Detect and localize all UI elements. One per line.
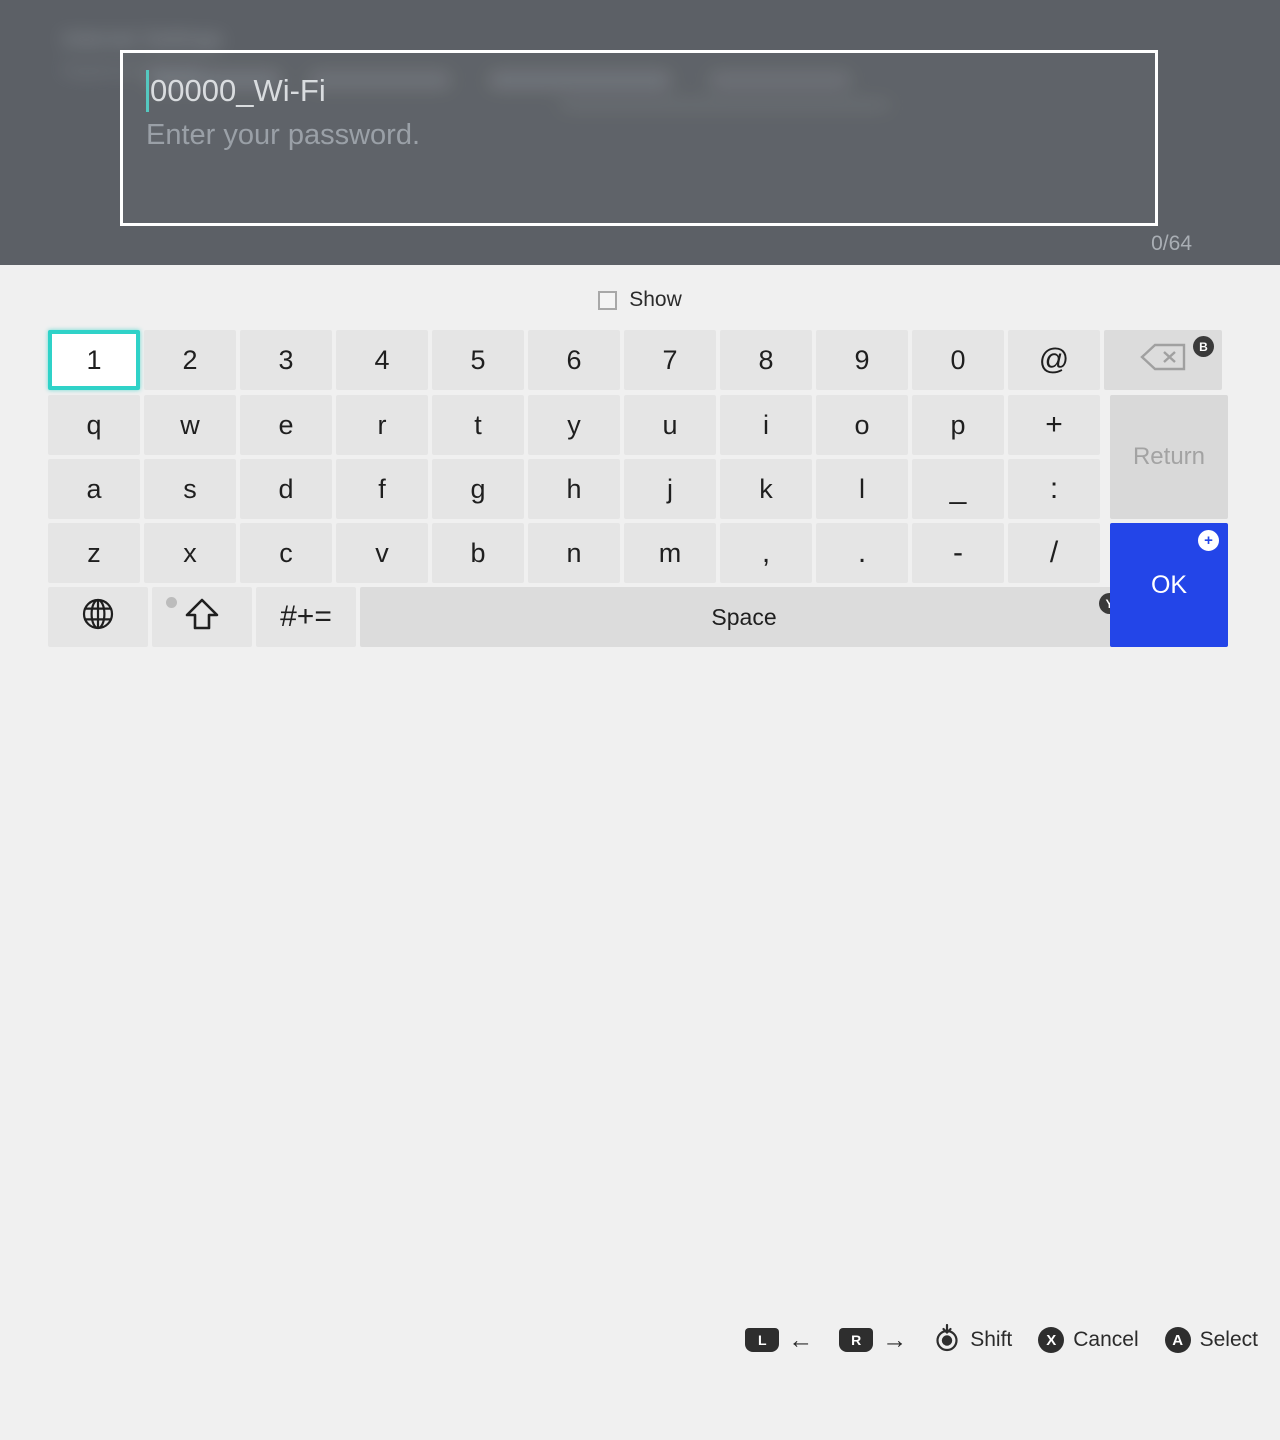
hint-right[interactable]: R → [839,1325,908,1354]
key-j[interactable]: j [624,459,716,519]
key-g[interactable]: g [432,459,524,519]
key-at[interactable]: @ [1008,330,1100,390]
keyboard-row-home: a s d f g h j k l _ : [48,459,1104,519]
switch-keyboard-screen: Internet Settings Registered Networks 00… [0,0,1280,1353]
key-u[interactable]: u [624,395,716,455]
key-x[interactable]: x [144,523,236,583]
key-a[interactable]: a [48,459,140,519]
key-c[interactable]: c [240,523,332,583]
key-4[interactable]: 4 [336,330,428,390]
key-8[interactable]: 8 [720,330,812,390]
key-colon[interactable]: : [1008,459,1100,519]
key-period[interactable]: . [816,523,908,583]
arrow-right-icon: → [882,1325,908,1354]
text-caret [146,70,149,112]
key-h[interactable]: h [528,459,620,519]
key-1[interactable]: 1 [48,330,140,390]
ok-button-badge: + [1197,529,1220,552]
keyboard-row-qwerty: q w e r t y u i o p + [48,395,1104,455]
symbols-key[interactable]: #+= [256,587,356,647]
background-title: Internet Settings [62,28,224,51]
key-hyphen[interactable]: - [912,523,1004,583]
show-password-label: Show [629,288,682,311]
key-d[interactable]: d [240,459,332,519]
key-0[interactable]: 0 [912,330,1004,390]
key-7[interactable]: 7 [624,330,716,390]
keyboard-row-bottom: z x c v b n m , . - / [48,523,1104,583]
key-e[interactable]: e [240,395,332,455]
key-plus[interactable]: + [1008,395,1100,455]
key-6[interactable]: 6 [528,330,620,390]
switch-console-icon [56,1323,126,1357]
key-f[interactable]: f [336,459,428,519]
key-9[interactable]: 9 [816,330,908,390]
hint-list: L ← R → Shift X Cancel A Select [745,1321,1258,1359]
key-comma[interactable]: , [720,523,812,583]
r-button-icon: R [839,1328,874,1352]
show-password-checkbox[interactable] [598,290,618,310]
keyboard-row-numbers: 1 2 3 4 5 6 7 8 9 0 @ B [48,330,1222,390]
key-t[interactable]: t [432,395,524,455]
globe-icon [80,596,116,639]
character-counter: 0/64 [1151,232,1192,255]
language-key[interactable] [48,587,148,647]
key-b[interactable]: b [432,523,524,583]
keyboard-row-function: #+= Space Y [48,587,1132,647]
space-key-label: Space [711,603,777,630]
key-m[interactable]: m [624,523,716,583]
x-button-icon: X [1038,1327,1065,1353]
key-p[interactable]: p [912,395,1004,455]
key-z[interactable]: z [48,523,140,583]
backspace-button-badge: B [1193,336,1214,357]
key-s[interactable]: s [144,459,236,519]
hint-shift[interactable]: Shift [933,1323,1013,1357]
key-i[interactable]: i [720,395,812,455]
password-placeholder: Enter your password. [146,119,421,151]
ok-button-label: OK [1150,570,1188,599]
hint-cancel[interactable]: X Cancel [1038,1327,1139,1353]
shift-state-indicator [166,597,177,608]
backspace-icon [1139,343,1187,378]
key-k[interactable]: k [720,459,812,519]
network-name-text: 00000_Wi-Fi [150,73,326,108]
key-2[interactable]: 2 [144,330,236,390]
key-slash[interactable]: / [1008,523,1100,583]
hint-left[interactable]: L ← [745,1325,814,1354]
key-q[interactable]: q [48,395,140,455]
shift-key[interactable] [152,587,252,647]
stick-press-icon [933,1323,961,1357]
key-r[interactable]: r [336,395,428,455]
key-v[interactable]: v [336,523,428,583]
key-underscore[interactable]: _ [912,459,1004,519]
backspace-key[interactable]: B [1104,330,1222,390]
key-l[interactable]: l [816,459,908,519]
a-button-icon: A [1164,1327,1191,1353]
hint-shift-label: Shift [970,1328,1013,1351]
hint-select-label: Select [1199,1328,1258,1351]
key-o[interactable]: o [816,395,908,455]
bottom-hint-bar: L ← R → Shift X Cancel A Select [0,655,1280,1353]
key-w[interactable]: w [144,395,236,455]
hint-cancel-label: Cancel [1073,1328,1139,1351]
ok-button[interactable]: OK + [1110,523,1228,647]
return-key-label: Return [1132,443,1206,470]
key-5[interactable]: 5 [432,330,524,390]
return-key[interactable]: Return [1110,395,1228,519]
show-password-row[interactable]: Show [0,283,1280,317]
space-key[interactable]: Space Y [360,587,1128,647]
hint-select[interactable]: A Select [1164,1327,1258,1353]
on-screen-keyboard: 1 2 3 4 5 6 7 8 9 0 @ B q w e r t y u i … [0,325,1280,653]
key-3[interactable]: 3 [240,330,332,390]
input-panel: Internet Settings Registered Networks 00… [0,0,1280,265]
key-n[interactable]: n [528,523,620,583]
arrow-left-icon: ← [788,1325,814,1354]
l-button-icon: L [745,1328,780,1352]
key-y[interactable]: y [528,395,620,455]
shift-arrow-icon [184,597,220,638]
